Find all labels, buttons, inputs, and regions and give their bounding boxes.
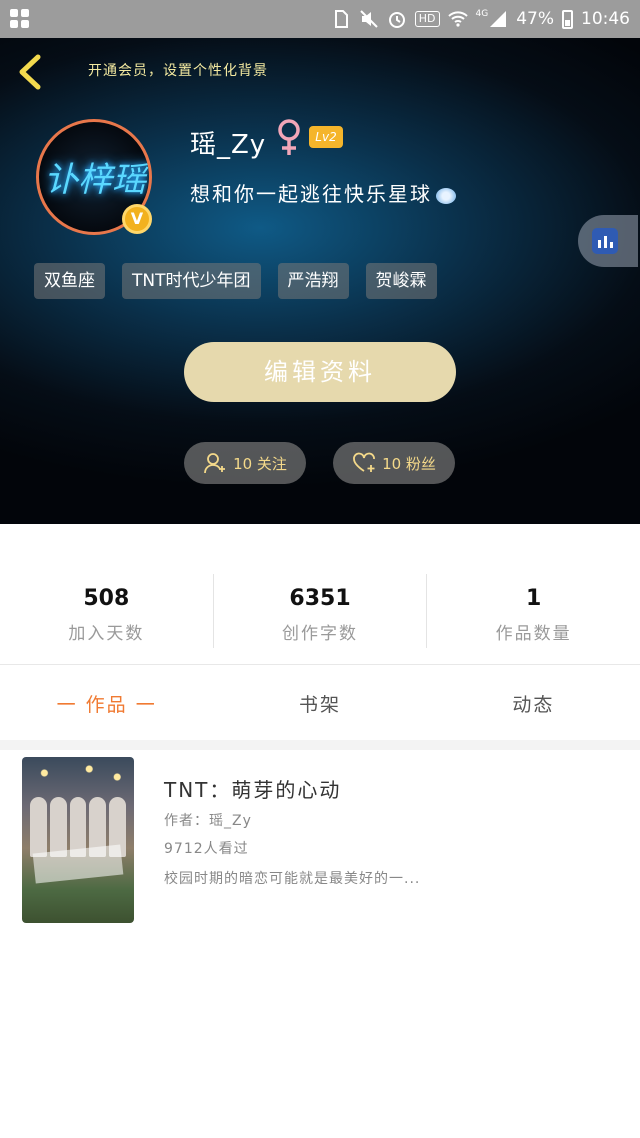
chart-icon	[592, 228, 618, 254]
verified-badge: V	[122, 204, 152, 234]
vip-background-tip[interactable]: 开通会员，设置个性化背景	[88, 60, 268, 80]
signal-icon	[490, 11, 507, 27]
tag-item: 双鱼座	[34, 263, 105, 299]
username: 瑶_Zy	[190, 130, 267, 160]
female-icon	[278, 119, 300, 155]
book-title: TNT：萌芽的心动	[164, 778, 342, 802]
clock: 10:46	[581, 9, 630, 29]
mute-icon	[360, 10, 378, 28]
tag-item: TNT时代少年团	[122, 263, 261, 299]
wifi-icon	[447, 11, 468, 27]
stat-value: 6351	[289, 586, 351, 611]
stat-label: 作品数量	[495, 624, 572, 644]
tab-bookshelf[interactable]: 书架	[213, 670, 426, 740]
following-label: 10 关注	[233, 454, 287, 473]
fans-label: 10 粉丝	[382, 454, 436, 473]
stat-join-days: 508 加入天数	[0, 574, 213, 648]
tag-list: 双鱼座 TNT时代少年团 严浩翔 贺峻霖	[34, 263, 437, 299]
add-user-icon	[204, 453, 226, 474]
level-badge: Lv2	[309, 126, 343, 148]
app-grid-icon	[10, 9, 32, 29]
work-card[interactable]: TNT：萌芽的心动 作者：瑶_Zy 9712人看过 校园时期的暗恋可能就是最美好…	[8, 750, 632, 930]
book-cover[interactable]	[22, 757, 134, 923]
stat-value: 1	[526, 586, 542, 611]
sim-icon	[334, 10, 348, 28]
tab-bar: 一 作品 一 书架 动态	[0, 670, 640, 740]
battery-percent: 47%	[516, 9, 554, 29]
battery-icon	[562, 9, 573, 29]
network-label: 4G	[475, 9, 489, 19]
avatar-neon-text: 讣梓瑶	[44, 160, 146, 200]
list-separator	[0, 740, 640, 750]
edit-profile-button[interactable]: 编辑资料	[184, 342, 456, 402]
bio-text: 想和你一起逃往快乐星球	[190, 182, 432, 206]
tab-works[interactable]: 一 作品 一	[0, 670, 213, 740]
stats-row: 508 加入天数 6351 创作字数 1 作品数量	[0, 574, 640, 648]
book-views: 9712人看过	[164, 841, 249, 857]
book-author: 作者：瑶_Zy	[164, 813, 252, 829]
fans-button[interactable]: 10 粉丝	[333, 442, 455, 484]
tab-activity[interactable]: 动态	[427, 670, 640, 740]
tag-item: 严浩翔	[277, 263, 349, 299]
book-description: 校园时期的暗恋可能就是最美好的一...	[164, 871, 421, 887]
stat-works-count: 1 作品数量	[426, 574, 640, 648]
hd-badge: HD	[414, 11, 440, 27]
tag-item: 贺峻霖	[365, 263, 437, 299]
following-button[interactable]: 10 关注	[184, 442, 306, 484]
stat-word-count: 6351 创作字数	[212, 574, 427, 648]
stat-label: 创作字数	[282, 624, 358, 644]
back-icon[interactable]	[16, 54, 44, 90]
bio: 想和你一起逃往快乐星球	[190, 178, 456, 207]
divider	[0, 664, 640, 665]
heart-plus-icon	[353, 452, 375, 472]
alarm-icon	[388, 12, 405, 28]
planet-icon	[436, 187, 456, 204]
stats-float-button[interactable]	[578, 215, 638, 267]
status-bar: HD 4G 47% 10:46	[0, 0, 640, 38]
profile-header: 开通会员，设置个性化背景 讣梓瑶 V 瑶_Zy Lv2 想和你一起逃往快乐星球 …	[0, 38, 640, 524]
stat-label: 加入天数	[68, 624, 145, 644]
stat-value: 508	[83, 586, 130, 611]
